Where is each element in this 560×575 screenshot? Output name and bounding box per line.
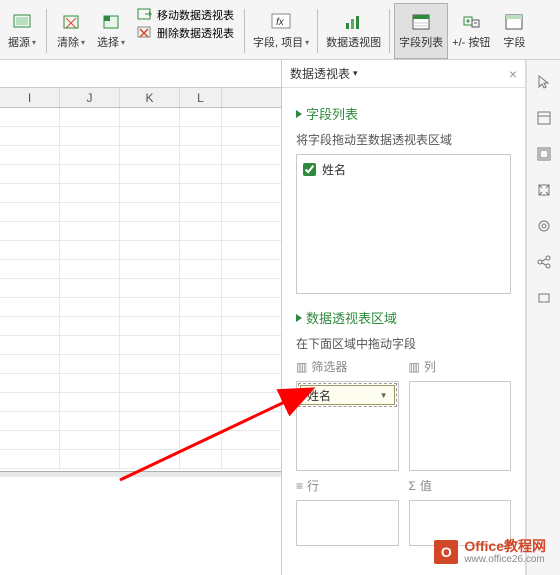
- columns-label: ▥列: [409, 358, 512, 375]
- rows-label: ≡行: [296, 477, 399, 494]
- filters-label: ▥筛选器: [296, 358, 399, 375]
- field-list-section-title: 字段列表: [296, 104, 511, 123]
- columns-drop-area[interactable]: [409, 381, 512, 471]
- rail-icon-3[interactable]: [534, 144, 554, 164]
- formula-bar[interactable]: [0, 60, 281, 88]
- rail-icon-2[interactable]: [534, 108, 554, 128]
- watermark-title: Office教程网: [464, 539, 546, 554]
- drag-hint: 将字段拖动至数据透视表区域: [296, 131, 511, 148]
- side-rail: [526, 60, 560, 575]
- share-icon[interactable]: [534, 252, 554, 272]
- select-button[interactable]: 选择▾: [91, 3, 131, 59]
- close-icon[interactable]: ×: [509, 66, 517, 82]
- data-source-button[interactable]: 据源▾: [2, 3, 42, 59]
- pivot-chart-icon: [341, 12, 367, 32]
- chevron-down-icon: ▾: [305, 38, 309, 47]
- plus-minus-label: +/- 按钮: [452, 34, 490, 50]
- delete-pivot-icon: [137, 26, 153, 40]
- move-pivot-button[interactable]: 移动数据透视表: [137, 7, 234, 23]
- select-label: 选择: [97, 34, 119, 50]
- pivot-chart-label: 数据透视图: [326, 34, 381, 50]
- field-list-box[interactable]: 姓名: [296, 154, 511, 294]
- column-header[interactable]: I: [0, 88, 60, 107]
- delete-pivot-button[interactable]: 删除数据透视表: [137, 25, 234, 41]
- ribbon-toolbar: 据源▾ 清除▾ 选择▾ 移动数据透视表 删除数据透视表 fx 字段, 项目▾ 数…: [0, 0, 560, 60]
- settings-icon[interactable]: [534, 216, 554, 236]
- column-header[interactable]: K: [120, 88, 180, 107]
- move-pivot-label: 移动数据透视表: [157, 7, 234, 23]
- data-source-label: 据源: [8, 34, 30, 50]
- field-headers-button[interactable]: 字段: [494, 3, 534, 59]
- plus-minus-icon: [458, 12, 484, 32]
- clear-icon: [58, 12, 84, 32]
- pivot-chart-button[interactable]: 数据透视图: [322, 3, 385, 59]
- formula-icon: fx: [268, 12, 294, 32]
- chevron-down-icon[interactable]: ▾: [353, 68, 358, 79]
- field-item[interactable]: 姓名: [303, 161, 504, 178]
- expand-icon[interactable]: [534, 180, 554, 200]
- pivot-table-pane: 数据透视表▾ × 字段列表 将字段拖动至数据透视表区域 姓名 数据透视表区域 在…: [282, 60, 526, 575]
- field-list-button[interactable]: 字段列表: [394, 3, 448, 59]
- filter-chip[interactable]: 姓名 ▼: [300, 385, 395, 405]
- columns-icon: ▥: [409, 360, 420, 374]
- field-checkbox[interactable]: [303, 163, 316, 176]
- field-list-icon: [408, 12, 434, 32]
- field-headers-label: 字段: [503, 34, 525, 50]
- column-header[interactable]: J: [60, 88, 120, 107]
- svg-text:fx: fx: [276, 17, 285, 28]
- rows-icon: ≡: [296, 479, 303, 493]
- filters-drop-area[interactable]: 姓名 ▼: [296, 381, 399, 471]
- clear-button[interactable]: 清除▾: [51, 3, 91, 59]
- chevron-down-icon: ▾: [32, 38, 36, 47]
- field-name: 姓名: [322, 161, 346, 178]
- move-pivot-icon: [137, 8, 153, 22]
- column-headers: I J K L: [0, 88, 281, 108]
- pane-title: 数据透视表: [290, 65, 350, 82]
- chevron-down-icon[interactable]: ▼: [380, 391, 388, 400]
- rail-icon-7[interactable]: [534, 288, 554, 308]
- areas-section-title: 数据透视表区域: [296, 308, 511, 327]
- clear-label: 清除: [57, 34, 79, 50]
- watermark-url: www.office26.com: [464, 554, 546, 565]
- chevron-down-icon: ▾: [121, 38, 125, 47]
- delete-pivot-label: 删除数据透视表: [157, 25, 234, 41]
- select-icon: [98, 12, 124, 32]
- watermark: O Office教程网 www.office26.com: [434, 539, 546, 565]
- field-list-label: 字段列表: [399, 34, 443, 50]
- values-label: Σ值: [409, 477, 512, 494]
- spreadsheet-area: I J K L: [0, 60, 282, 575]
- fields-items-label: 字段, 项目: [253, 34, 303, 50]
- field-headers-icon: [501, 12, 527, 32]
- grid[interactable]: [0, 108, 281, 471]
- areas-hint: 在下面区域中拖动字段: [296, 335, 511, 352]
- chevron-down-icon: ▾: [81, 38, 85, 47]
- fields-items-button[interactable]: fx 字段, 项目▾: [249, 3, 313, 59]
- rows-drop-area[interactable]: [296, 500, 399, 546]
- filter-icon: ▥: [296, 360, 307, 374]
- plus-minus-button[interactable]: +/- 按钮: [448, 3, 494, 59]
- filter-chip-label: 姓名: [307, 387, 331, 404]
- column-header[interactable]: L: [180, 88, 222, 107]
- cursor-icon[interactable]: [534, 72, 554, 92]
- office-logo-icon: O: [434, 540, 458, 564]
- sigma-icon: Σ: [409, 479, 416, 493]
- data-source-icon: [9, 12, 35, 32]
